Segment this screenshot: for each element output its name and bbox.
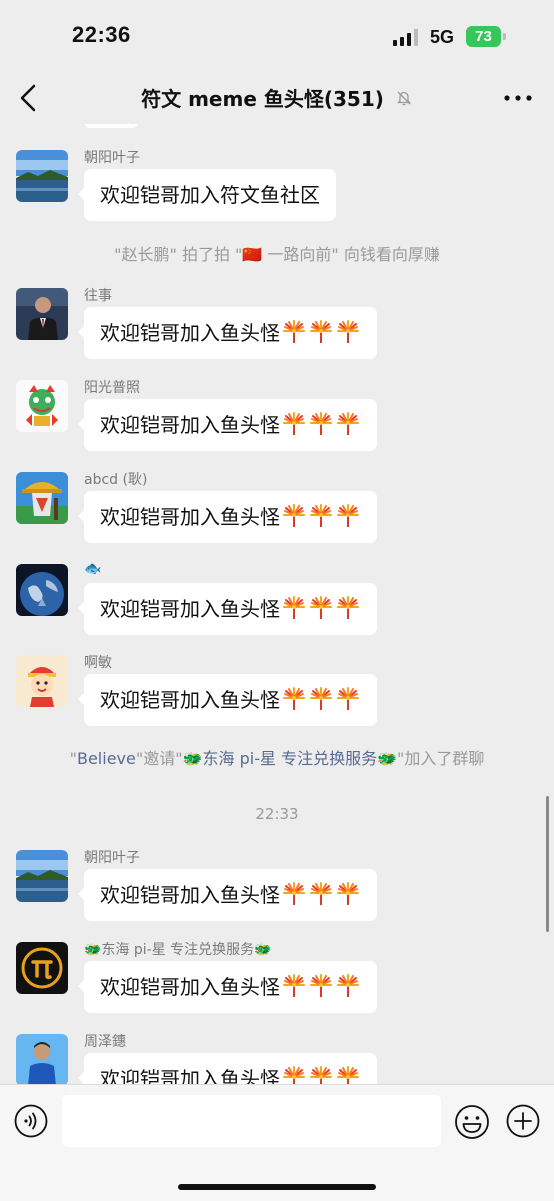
firework-icon xyxy=(335,1065,361,1084)
invite-notice: "Believe"邀请"🐲东海 pi-星 专注兑换服务🐲"加入了群聊 xyxy=(0,745,554,769)
firework-icon xyxy=(281,686,307,712)
firework-icon xyxy=(335,881,361,907)
avatar[interactable] xyxy=(16,942,68,994)
firework-icon xyxy=(308,686,334,712)
battery-icon: 73 xyxy=(466,26,501,47)
message-bubble[interactable]: 欢迎铠哥加入鱼头怪 xyxy=(78,491,377,543)
message-bubble[interactable]: 欢迎铠哥加入鱼头怪 xyxy=(78,583,377,635)
avatar[interactable] xyxy=(16,150,68,202)
message-text: 欢迎铠哥加入鱼头怪 xyxy=(100,1067,280,1084)
invitee-name[interactable]: 🐲东海 pi-星 专注兑换服务🐲 xyxy=(183,749,397,768)
avatar[interactable] xyxy=(16,1034,68,1084)
firework-icon xyxy=(335,595,361,621)
plus-circle-icon[interactable] xyxy=(506,1104,540,1138)
firework-icon xyxy=(308,319,334,345)
firework-icon xyxy=(281,319,307,345)
home-indicator[interactable] xyxy=(178,1184,376,1190)
sender-name: 周泽鏸 xyxy=(84,1034,126,1050)
firework-icon xyxy=(281,503,307,529)
invite-end-text: "加入了群聊 xyxy=(397,749,485,768)
message-text: 欢迎铠哥加入鱼头怪 xyxy=(100,597,280,621)
firework-icon xyxy=(281,411,307,437)
firework-icon xyxy=(335,503,361,529)
message-bubble[interactable]: 欢迎铠哥加入鱼头怪 xyxy=(78,674,377,726)
sender-name: abcd (耿) xyxy=(84,472,148,488)
timestamp: 22:33 xyxy=(255,805,299,823)
sender-name: 朝阳叶子 xyxy=(84,850,140,866)
message-bubble[interactable]: 欢迎铠哥加入鱼头怪 xyxy=(78,399,377,451)
message-bubble[interactable]: 欢迎铠哥加入符文鱼社区 xyxy=(78,169,336,221)
battery-tip xyxy=(503,33,506,40)
firework-icon xyxy=(281,973,307,999)
status-bar: 22:36 5G 73 xyxy=(0,0,554,72)
avatar[interactable] xyxy=(16,564,68,616)
firework-icon xyxy=(335,973,361,999)
firework-icon xyxy=(335,686,361,712)
firework-icon xyxy=(308,503,334,529)
message-text: 欢迎铠哥加入鱼头怪 xyxy=(100,505,280,529)
firework-icon xyxy=(308,1065,334,1084)
avatar[interactable] xyxy=(16,472,68,524)
inviter-name[interactable]: Believe xyxy=(77,749,136,768)
invite-text: "邀请" xyxy=(135,749,183,768)
bell-slash-icon xyxy=(395,89,413,107)
battery-level: 73 xyxy=(475,28,492,45)
avatar[interactable] xyxy=(16,655,68,707)
voice-icon[interactable] xyxy=(14,1104,48,1138)
sender-name: 🐲东海 pi-星 专注兑换服务🐲 xyxy=(84,942,272,958)
firework-icon xyxy=(335,319,361,345)
message-text: 欢迎铠哥加入鱼头怪 xyxy=(100,975,280,999)
invite-quote: " xyxy=(69,749,77,768)
avatar[interactable] xyxy=(16,380,68,432)
firework-icon xyxy=(335,411,361,437)
signal-icon xyxy=(393,28,418,46)
pat-notice: "赵长鹏" 拍了拍 "🇨🇳 一路向前" 向钱看向厚赚 xyxy=(114,245,440,264)
message-text: 欢迎铠哥加入鱼头怪 xyxy=(100,688,280,712)
message-bubble[interactable]: 欢迎铠哥加入鱼头怪 xyxy=(78,869,377,921)
firework-icon xyxy=(281,595,307,621)
firework-icon xyxy=(281,881,307,907)
message-text: 欢迎铠哥加入鱼头怪 xyxy=(100,883,280,907)
sender-name: 朝阳叶子 xyxy=(84,150,140,166)
message-bubble[interactable]: 欢迎铠哥加入鱼头怪 xyxy=(78,961,377,1013)
message-bubble[interactable]: 欢迎铠哥加入鱼头怪 xyxy=(78,307,377,359)
message-list[interactable]: 朝阳叶子 欢迎铠哥加入符文鱼社区 "赵长鹏" 拍了拍 "🇨🇳 一路向前" 向钱看… xyxy=(0,124,554,1084)
avatar[interactable] xyxy=(16,288,68,340)
avatar[interactable] xyxy=(16,850,68,902)
status-time: 22:36 xyxy=(72,22,131,47)
firework-icon xyxy=(308,595,334,621)
sender-name: 🐟 xyxy=(84,561,102,577)
smiley-icon[interactable] xyxy=(454,1104,490,1140)
sender-name: 阳光普照 xyxy=(84,380,140,396)
message-text: 欢迎铠哥加入鱼头怪 xyxy=(100,413,280,437)
group-name: 符文 meme 鱼头怪(351) xyxy=(141,87,384,111)
firework-icon xyxy=(281,1065,307,1084)
firework-icon xyxy=(308,881,334,907)
input-bar xyxy=(0,1084,554,1201)
sender-name: 啊敏 xyxy=(84,655,112,671)
partial-message-bubble xyxy=(84,124,138,128)
ellipsis-icon[interactable] xyxy=(502,88,534,108)
sender-name: 往事 xyxy=(84,288,112,304)
chat-title[interactable]: 符文 meme 鱼头怪(351) xyxy=(0,83,554,112)
message-bubble[interactable]: 欢迎铠哥加入鱼头怪 xyxy=(78,1053,377,1084)
chat-header: 符文 meme 鱼头怪(351) xyxy=(0,72,554,124)
message-text: 欢迎铠哥加入符文鱼社区 xyxy=(100,183,320,207)
firework-icon xyxy=(308,973,334,999)
scrollbar[interactable] xyxy=(546,796,549,932)
firework-icon xyxy=(308,411,334,437)
message-text: 欢迎铠哥加入鱼头怪 xyxy=(100,321,280,345)
network-type: 5G xyxy=(430,27,455,47)
message-input[interactable] xyxy=(62,1095,441,1147)
